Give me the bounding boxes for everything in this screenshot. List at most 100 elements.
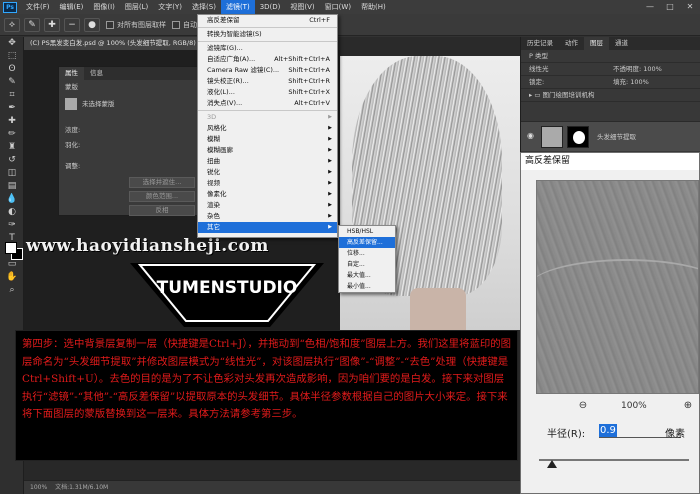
new-selection-icon[interactable]: ✎ bbox=[24, 17, 40, 32]
menu-separator bbox=[198, 41, 337, 42]
auto-enhance-checkbox[interactable] bbox=[172, 20, 180, 29]
tab-layers[interactable]: 图层 bbox=[584, 37, 609, 50]
filter-preview[interactable] bbox=[536, 180, 699, 394]
mask-thumbnail-icon bbox=[65, 98, 77, 110]
subtract-selection-icon[interactable]: − bbox=[64, 17, 80, 32]
history-brush-icon[interactable]: ↺ bbox=[0, 154, 24, 167]
blur-tool-icon[interactable]: 💧 bbox=[0, 193, 24, 206]
filter-menu-item[interactable]: 风格化 ▶ bbox=[198, 123, 337, 134]
layer-group-row[interactable]: ▸ ▭ 图门绘图培训机构 bbox=[521, 89, 700, 102]
submenu-item[interactable]: 最小值... bbox=[339, 281, 395, 292]
layer-mask-thumbnail[interactable] bbox=[567, 126, 589, 148]
brush-tool-icon[interactable]: ✏ bbox=[0, 128, 24, 141]
submenu-item[interactable]: 位移... bbox=[339, 248, 395, 259]
opacity-field[interactable]: 不透明度: 100% bbox=[613, 63, 662, 76]
submenu-item[interactable]: 最大值... bbox=[339, 270, 395, 281]
radius-label: 半径(R): bbox=[547, 429, 586, 440]
menu-bar: Ps 文件(F) 编辑(E) 图像(I) 图层(L) 文字(Y) 选择(S) 滤镜(T) 3D… bbox=[0, 0, 700, 14]
submenu-item[interactable]: 高反差保留... bbox=[339, 237, 395, 248]
photoshop-window: Ps 文件(F) 编辑(E) 图像(I) 图层(L) 文字(Y) 选择(S) 滤镜(T) 3D… bbox=[0, 0, 700, 494]
menu-item[interactable]: 编辑(E) bbox=[55, 0, 89, 14]
color-swatches[interactable] bbox=[5, 242, 23, 260]
watermark-text: www.haoyidiansheji.com bbox=[26, 236, 269, 256]
filter-menu-item[interactable]: 液化(L)... Shift+Ctrl+X bbox=[198, 87, 337, 98]
tab-properties[interactable]: 属性 bbox=[59, 67, 84, 80]
menu-item[interactable]: 图层(L) bbox=[120, 0, 153, 14]
menu-item[interactable]: 视图(V) bbox=[285, 0, 319, 14]
filter-menu-item[interactable]: 杂色 ▶ bbox=[198, 211, 337, 222]
zoom-tool-icon[interactable]: ⌕ bbox=[0, 284, 24, 297]
brush-size-icon[interactable]: ● bbox=[84, 17, 100, 32]
menu-item[interactable]: 窗口(W) bbox=[320, 0, 356, 14]
submenu-item[interactable]: HSB/HSL bbox=[339, 226, 395, 237]
invert-button[interactable]: 反相 bbox=[129, 205, 195, 216]
blend-mode-select[interactable]: 线性光 bbox=[529, 65, 549, 73]
menu-item[interactable]: 帮助(H) bbox=[356, 0, 391, 14]
filter-menu-item[interactable]: 滤镜库(G)... bbox=[198, 43, 337, 54]
minimize-button[interactable]: — bbox=[640, 0, 660, 14]
filter-menu-item[interactable]: 视频 ▶ bbox=[198, 178, 337, 189]
filter-menu-item[interactable]: 渲染 ▶ bbox=[198, 200, 337, 211]
filter-menu-item[interactable]: Camera Raw 滤镜(C)... Shift+Ctrl+A bbox=[198, 65, 337, 76]
add-selection-icon[interactable]: ✚ bbox=[44, 17, 60, 32]
zoom-level[interactable]: 100% bbox=[30, 484, 47, 491]
maximize-button[interactable]: □ bbox=[660, 0, 680, 14]
stamp-tool-icon[interactable]: ♜ bbox=[0, 141, 24, 154]
submenu-arrow-icon: ▶ bbox=[328, 224, 332, 230]
filter-menu-item[interactable]: 锐化 ▶ bbox=[198, 167, 337, 178]
filter-menu-item[interactable]: 扭曲 ▶ bbox=[198, 156, 337, 167]
filter-menu-item[interactable]: 自适应广角(A)... Alt+Shift+Ctrl+A bbox=[198, 54, 337, 65]
dodge-tool-icon[interactable]: ◐ bbox=[0, 206, 24, 219]
quick-selection-tool-icon[interactable]: ⟡ bbox=[4, 17, 20, 32]
zoom-out-icon[interactable]: ⊖ bbox=[576, 399, 590, 413]
layer-row[interactable]: ◉ 头发细节提取 bbox=[521, 121, 700, 151]
zoom-in-icon[interactable]: ⊕ bbox=[681, 399, 695, 413]
radius-slider[interactable] bbox=[539, 459, 689, 469]
filter-menu-item-label: 3D bbox=[207, 113, 217, 121]
sample-all-layers-checkbox[interactable] bbox=[106, 20, 114, 29]
gradient-tool-icon[interactable]: ▤ bbox=[0, 180, 24, 193]
mask-label: 未选择蒙版 bbox=[82, 100, 115, 108]
crop-tool-icon[interactable]: ⌗ bbox=[0, 89, 24, 102]
tab-history[interactable]: 历史记录 bbox=[521, 37, 559, 50]
tab-info[interactable]: 信息 bbox=[84, 67, 109, 80]
filter-menu-item[interactable]: 转换为智能滤镜(S) bbox=[198, 29, 337, 40]
filter-menu-item[interactable]: 高反差保留 Ctrl+F bbox=[198, 15, 337, 26]
slider-knob[interactable] bbox=[546, 460, 557, 468]
healing-tool-icon[interactable]: ✚ bbox=[0, 115, 24, 128]
pen-tool-icon[interactable]: ✑ bbox=[0, 219, 24, 232]
tab-actions[interactable]: 动作 bbox=[559, 37, 584, 50]
filter-menu-item[interactable]: 模糊画廊 ▶ bbox=[198, 145, 337, 156]
menu-item[interactable]: 选择(S) bbox=[187, 0, 221, 14]
move-tool-icon[interactable]: ✥ bbox=[0, 37, 24, 50]
submenu-item[interactable]: 自定... bbox=[339, 259, 395, 270]
menu-item[interactable]: 图像(I) bbox=[88, 0, 120, 14]
tab-channels[interactable]: 通道 bbox=[609, 37, 634, 50]
filter-menu-item[interactable]: 模糊 ▶ bbox=[198, 134, 337, 145]
filter-menu-item[interactable]: 消失点(V)... Alt+Ctrl+V bbox=[198, 98, 337, 109]
eraser-tool-icon[interactable]: ◫ bbox=[0, 167, 24, 180]
filter-menu-item[interactable]: 其它 ▶ bbox=[198, 222, 337, 233]
quick-select-tool-icon[interactable]: ✎ bbox=[0, 76, 24, 89]
select-and-mask-button[interactable]: 选择并遮住... bbox=[129, 177, 195, 188]
close-button[interactable]: ✕ bbox=[680, 0, 700, 14]
menu-item[interactable]: 滤镜(T) bbox=[220, 0, 255, 14]
foreground-color-swatch[interactable] bbox=[5, 242, 17, 254]
hand-tool-icon[interactable]: ✋ bbox=[0, 271, 24, 284]
marquee-tool-icon[interactable]: ⬚ bbox=[0, 50, 24, 63]
menu-item[interactable]: 文件(F) bbox=[21, 0, 55, 14]
filter-menu-item[interactable]: 镜头校正(R)... Shift+Ctrl+R bbox=[198, 76, 337, 87]
fill-field[interactable]: 填充: 100% bbox=[613, 76, 649, 89]
document-info: 文档:1.31M/6.10M bbox=[55, 484, 109, 491]
layer-thumbnail bbox=[541, 126, 563, 148]
eyedropper-tool-icon[interactable]: ✒ bbox=[0, 102, 24, 115]
document-tab[interactable]: (C) PS黑发变白发.psd @ 100% (头发细节提取, RGB/8) * bbox=[24, 37, 208, 50]
layer-kind-filter[interactable]: P 类型 bbox=[529, 52, 548, 60]
menu-item[interactable]: 文字(Y) bbox=[153, 0, 187, 14]
lasso-tool-icon[interactable]: ʘ bbox=[0, 63, 24, 76]
menu-item[interactable]: 3D(D) bbox=[255, 0, 286, 14]
filter-menu-item[interactable]: 像素化 ▶ bbox=[198, 189, 337, 200]
eye-icon[interactable]: ◉ bbox=[527, 131, 534, 140]
filter-menu-item-label: 其它 bbox=[207, 223, 220, 231]
color-range-button[interactable]: 颜色范围... bbox=[129, 191, 195, 202]
